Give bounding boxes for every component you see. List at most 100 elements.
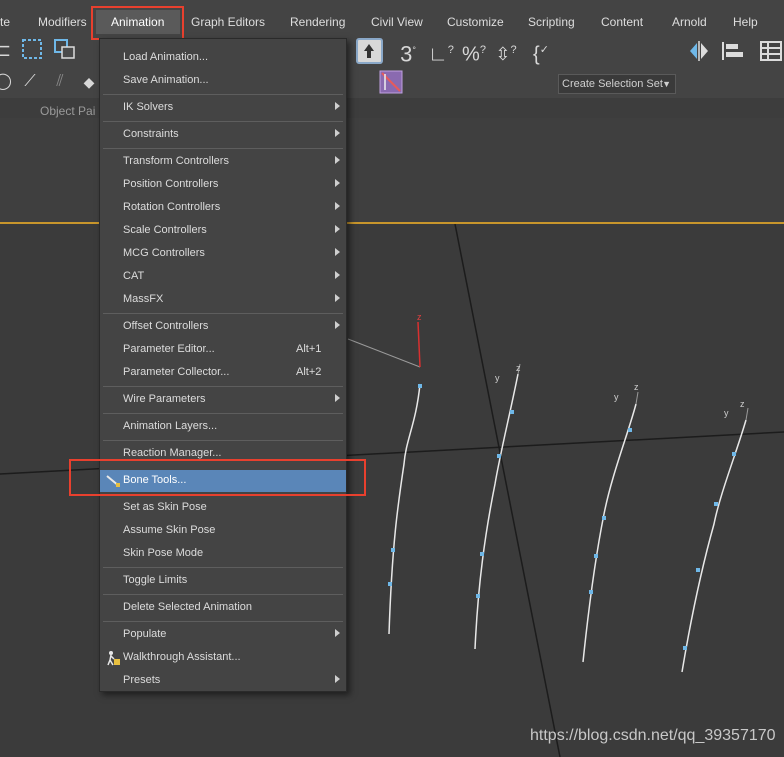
menu-civil-view[interactable]: Civil View xyxy=(371,14,423,30)
menu-rendering[interactable]: Rendering xyxy=(290,14,345,30)
percent-snap-icon[interactable]: %? xyxy=(460,40,488,65)
menu-help[interactable]: Help xyxy=(733,14,758,30)
mirror-icon[interactable] xyxy=(686,40,712,66)
axis-label-z: z xyxy=(634,382,639,392)
window-crossing-icon[interactable] xyxy=(52,38,78,64)
submenu-arrow-icon xyxy=(335,179,340,187)
menu-item-scale-controllers[interactable]: Scale Controllers xyxy=(100,220,346,242)
menu-item-toggle-limits[interactable]: Toggle Limits xyxy=(100,570,346,592)
menu-item-ik-solvers[interactable]: IK Solvers xyxy=(100,97,346,119)
menu-item-save-animation[interactable]: Save Animation... xyxy=(100,70,346,92)
menu-separator xyxy=(103,386,343,387)
menu-item-label: Parameter Collector... xyxy=(123,366,230,378)
menu-item-assume-skin-pose[interactable]: Assume Skin Pose xyxy=(100,520,346,542)
menu-separator xyxy=(103,413,343,414)
menu-item-rotation-controllers[interactable]: Rotation Controllers xyxy=(100,197,346,219)
menu-item-label: Presets xyxy=(123,674,161,686)
menu-content[interactable]: Content xyxy=(601,14,643,30)
menu-item-label: Load Animation... xyxy=(123,51,209,63)
submenu-arrow-icon xyxy=(335,271,340,279)
select-region-icon[interactable] xyxy=(20,38,46,64)
menu-item-shortcut: Alt+1 xyxy=(296,343,322,355)
select-link-icon[interactable]: ⊏ xyxy=(0,40,11,60)
menu-item-cat[interactable]: CAT xyxy=(100,266,346,288)
layer-explorer-icon[interactable] xyxy=(758,40,784,66)
slash-tool-icon[interactable]: ⫽ xyxy=(50,72,70,92)
named-selection-icon[interactable]: {✓ xyxy=(528,40,554,65)
axis-label-y: y xyxy=(614,392,619,402)
bone-gizmo-line xyxy=(347,338,421,368)
submenu-arrow-icon xyxy=(335,629,340,637)
bone-chain-4 xyxy=(681,419,747,673)
menu-item-label: Scale Controllers xyxy=(123,224,207,236)
schematic-view-icon[interactable] xyxy=(378,70,404,98)
menu-item-offset-controllers[interactable]: Offset Controllers xyxy=(100,316,346,338)
menu-item-skin-pose-mode[interactable]: Skin Pose Mode xyxy=(100,543,346,565)
spinner-snap-icon[interactable]: ⇳? xyxy=(492,40,520,64)
menu-item-mcg-controllers[interactable]: MCG Controllers xyxy=(100,243,346,265)
menu-separator xyxy=(103,567,343,568)
menu-item-parameter-editor[interactable]: Parameter Editor... Alt+1 xyxy=(100,339,346,361)
menu-item-delete-selected-animation[interactable]: Delete Selected Animation xyxy=(100,597,346,619)
menu-item-label: MassFX xyxy=(123,293,164,305)
menu-item-label: Transform Controllers xyxy=(123,155,229,167)
menu-item-animation-layers[interactable]: Animation Layers... xyxy=(100,416,346,438)
menu-item-transform-controllers[interactable]: Transform Controllers xyxy=(100,151,346,173)
menu-item-label: Rotation Controllers xyxy=(123,201,221,213)
menu-separator xyxy=(103,148,343,149)
menu-item-position-controllers[interactable]: Position Controllers xyxy=(100,174,346,196)
bone-gizmo-z-axis xyxy=(417,321,421,368)
menu-item-wire-parameters[interactable]: Wire Parameters xyxy=(100,389,346,411)
menu-separator xyxy=(103,594,343,595)
angle-snap-icon[interactable]: ∟? xyxy=(427,40,455,65)
walkthrough-icon xyxy=(105,650,121,666)
menu-item-massfx[interactable]: MassFX xyxy=(100,289,346,311)
menu-item-label: Animation Layers... xyxy=(123,420,218,432)
circle-icon[interactable]: ◯ xyxy=(0,72,12,92)
menu-item-label: Reaction Manager... xyxy=(123,447,222,459)
animation-dropdown-menu: Load Animation... Save Animation... IK S… xyxy=(99,38,347,692)
menu-edit[interactable]: te xyxy=(0,14,10,30)
animation-menu-highlight-box xyxy=(91,6,184,40)
align-icon[interactable] xyxy=(718,40,748,66)
menu-arnold[interactable]: Arnold xyxy=(672,14,707,30)
grid-vertical-line xyxy=(454,224,561,757)
menu-item-constraints[interactable]: Constraints xyxy=(100,124,346,146)
bone-joint-markers xyxy=(388,384,736,650)
menu-separator xyxy=(103,94,343,95)
menu-graph-editors[interactable]: Graph Editors xyxy=(191,14,265,30)
menu-separator xyxy=(103,313,343,314)
select-and-place-icon[interactable] xyxy=(356,38,384,68)
menu-item-label: Skin Pose Mode xyxy=(123,547,204,559)
menu-modifiers[interactable]: Modifiers xyxy=(38,14,87,30)
submenu-arrow-icon xyxy=(335,156,340,164)
menu-item-set-as-skin-pose[interactable]: Set as Skin Pose xyxy=(100,497,346,519)
menu-item-label: IK Solvers xyxy=(123,101,174,113)
menu-item-label: Toggle Limits xyxy=(123,574,188,586)
submenu-arrow-icon xyxy=(335,675,340,683)
menu-item-label: Delete Selected Animation xyxy=(123,601,253,613)
menu-customize[interactable]: Customize xyxy=(447,14,504,30)
paint-icon[interactable]: ◆ xyxy=(80,72,98,92)
axis-label-z: z xyxy=(740,399,745,409)
submenu-arrow-icon xyxy=(335,248,340,256)
menu-item-populate[interactable]: Populate xyxy=(100,624,346,646)
menu-item-load-animation[interactable]: Load Animation... xyxy=(100,47,346,69)
line-tool-icon[interactable]: ⟋ xyxy=(20,72,40,92)
menu-item-presets[interactable]: Presets xyxy=(100,670,346,692)
menu-item-walkthrough-assistant[interactable]: Walkthrough Assistant... xyxy=(100,647,346,669)
menu-separator xyxy=(103,621,343,622)
snap-3d-icon[interactable]: 3° xyxy=(394,40,422,65)
menu-item-parameter-collector[interactable]: Parameter Collector... Alt+2 xyxy=(100,362,346,384)
axis-label-z: z xyxy=(516,363,521,373)
submenu-arrow-icon xyxy=(335,321,340,329)
menu-item-label: Constraints xyxy=(123,128,179,140)
submenu-arrow-icon xyxy=(335,202,340,210)
watermark-text: https://blog.csdn.net/qq_39357170 xyxy=(530,727,776,744)
bone-gizmo-line xyxy=(745,407,749,421)
menu-item-shortcut: Alt+2 xyxy=(296,366,322,378)
menu-scripting[interactable]: Scripting xyxy=(528,14,575,30)
menu-item-label: Position Controllers xyxy=(123,178,219,190)
menu-separator xyxy=(103,121,343,122)
menu-item-label: Populate xyxy=(123,628,167,640)
